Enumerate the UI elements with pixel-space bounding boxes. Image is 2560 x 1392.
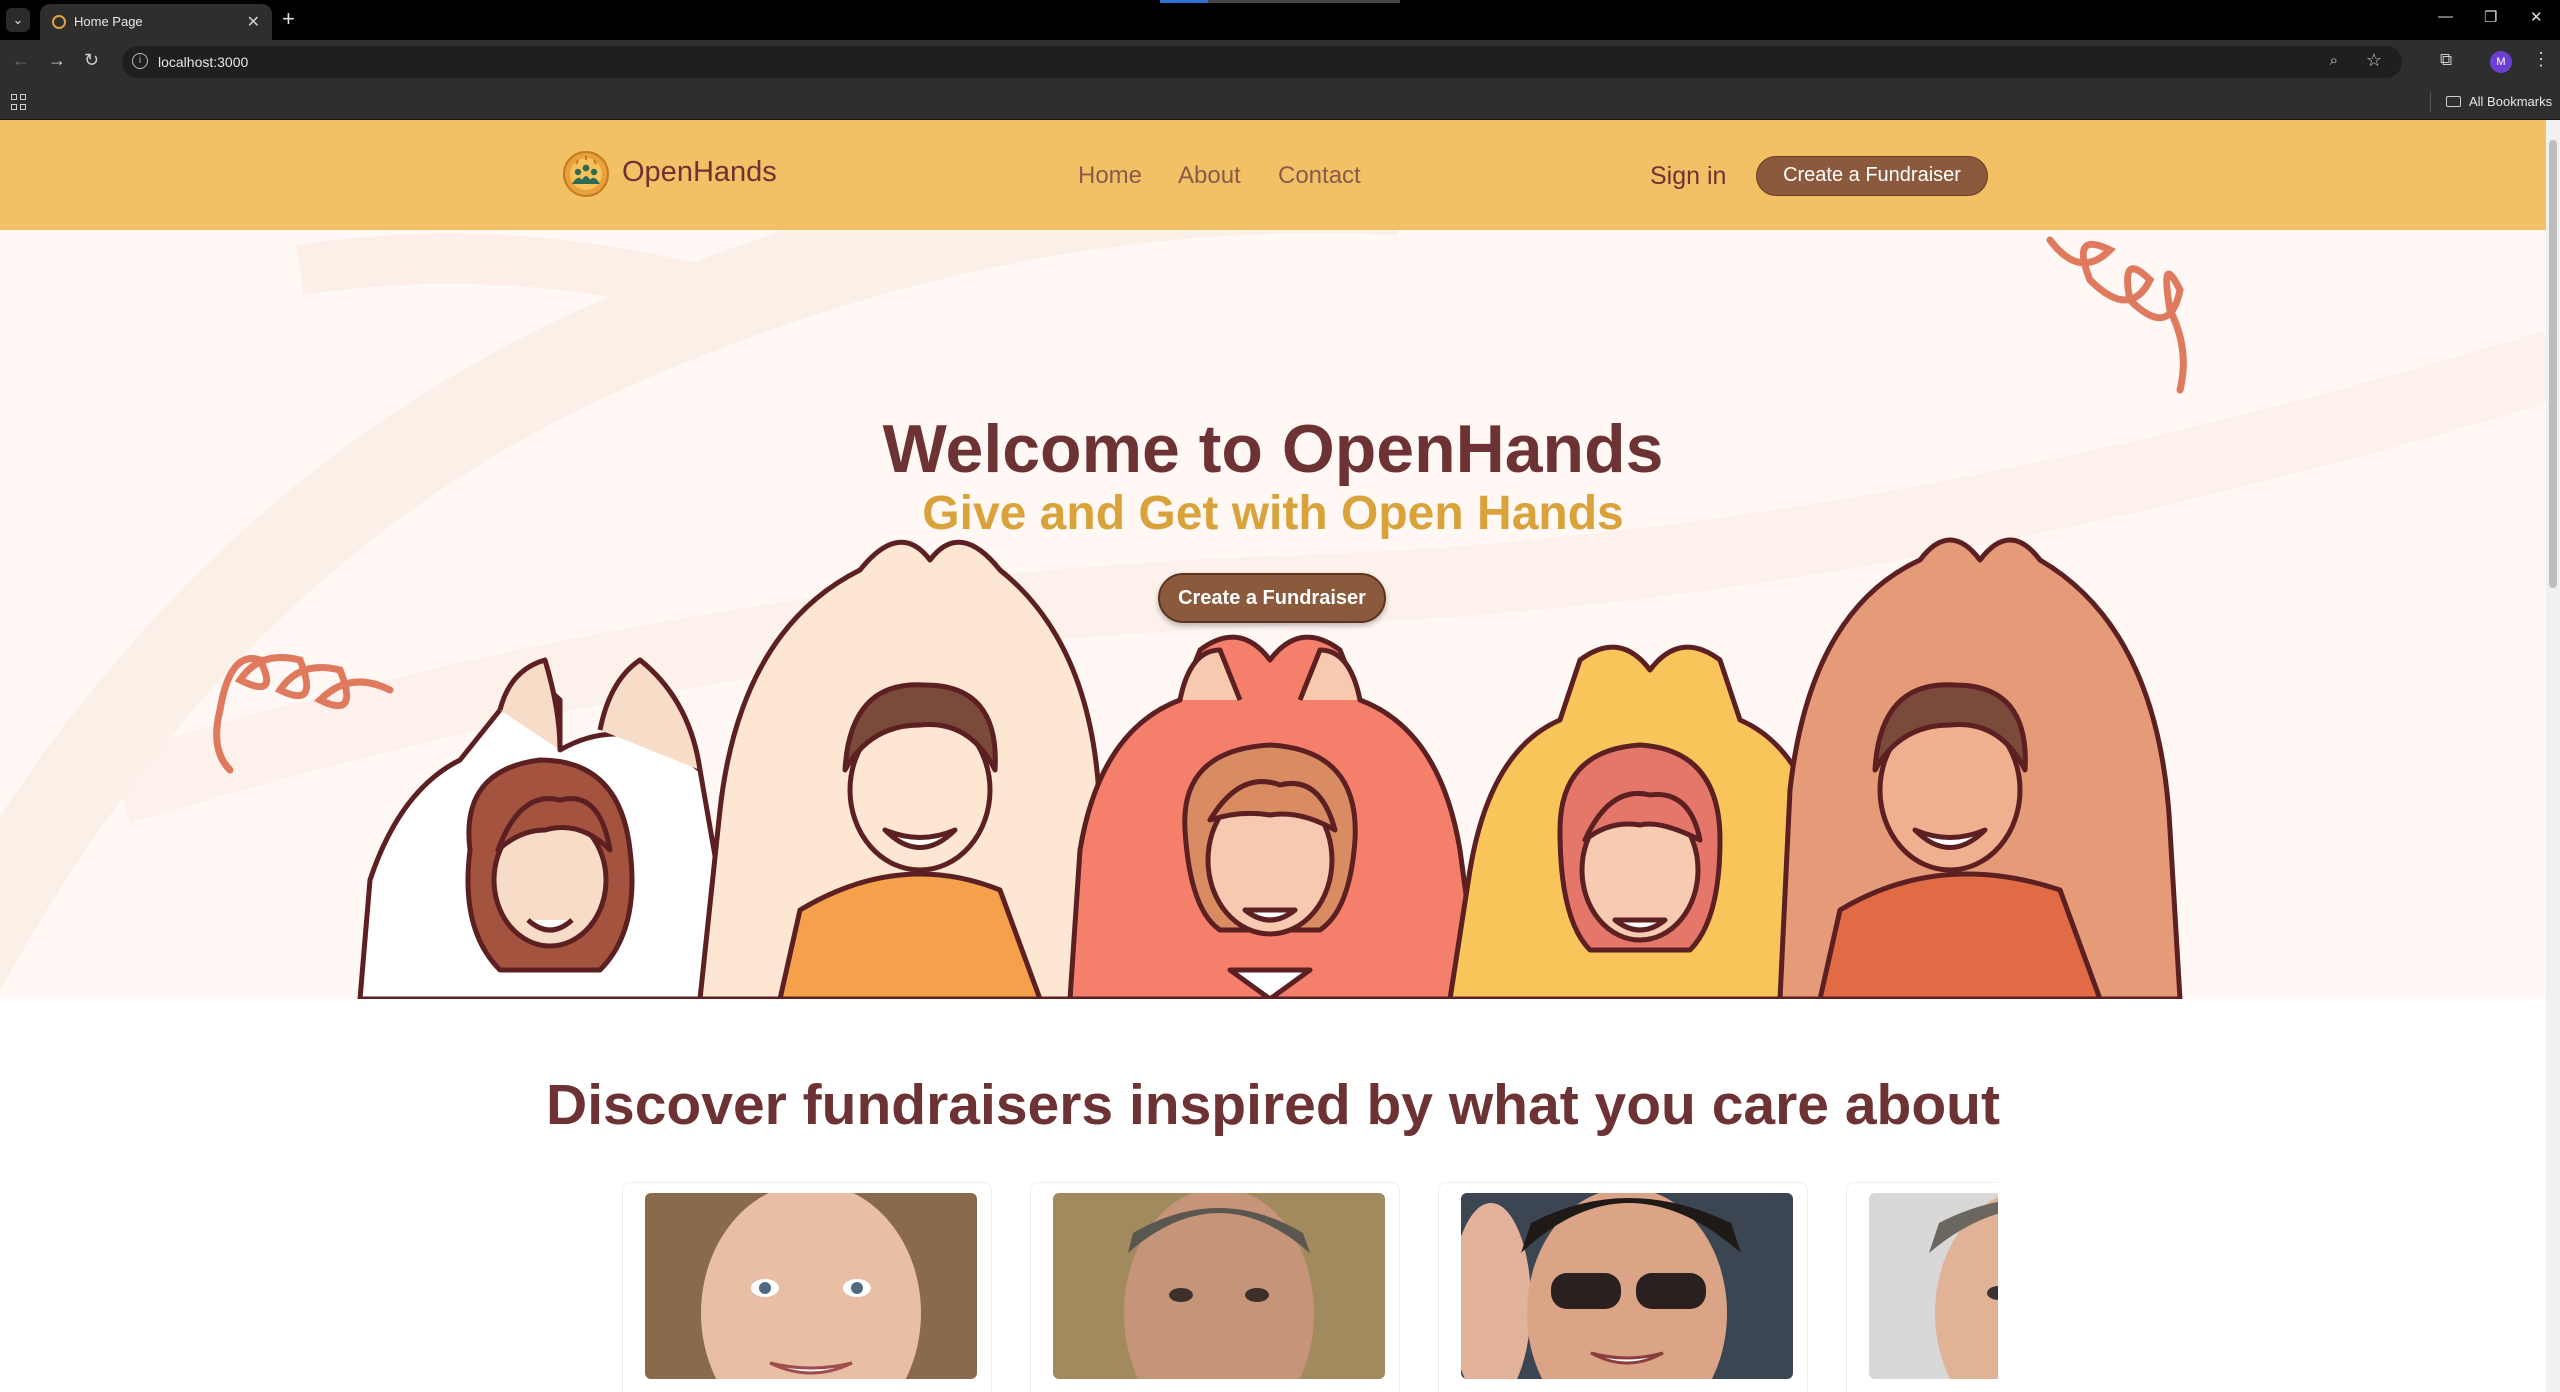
back-button[interactable]: ← — [12, 50, 30, 71]
address-bar[interactable]: i localhost:3000 ⌕ ☆ — [122, 46, 2402, 78]
brand-name[interactable]: OpenHands — [622, 156, 777, 189]
folder-icon — [2446, 96, 2461, 107]
site-header: OpenHands Home About Contact Sign in Cre… — [0, 120, 2546, 230]
tab-title: Home Page — [74, 14, 143, 29]
profile-avatar[interactable]: M — [2490, 51, 2512, 73]
forward-button[interactable]: → — [48, 50, 66, 71]
bookmark-star-icon[interactable]: ☆ — [2366, 50, 2382, 71]
page-viewport: OpenHands Home About Contact Sign in Cre… — [0, 120, 2560, 1392]
nav-contact-link[interactable]: Contact — [1278, 162, 1361, 190]
browser-tab-active[interactable]: Home Page ✕ — [40, 4, 272, 40]
page-scrollbar[interactable] — [2546, 120, 2560, 1392]
spiral-right-decoration — [2046, 236, 2187, 394]
tab-close-icon[interactable]: ✕ — [247, 12, 260, 32]
person-5 — [1777, 537, 2183, 999]
person-3 — [1067, 634, 1483, 999]
fundraiser-card[interactable] — [1846, 1182, 1998, 1392]
zoom-icon[interactable]: ⌕ — [2330, 52, 2338, 69]
hero-create-fundraiser-button[interactable]: Create a Fundraiser — [1158, 573, 1386, 623]
fundraiser-card[interactable] — [1030, 1182, 1400, 1392]
header-create-fundraiser-button[interactable]: Create a Fundraiser — [1756, 156, 1988, 196]
openhands-logo-icon[interactable] — [562, 150, 610, 198]
scrollbar-thumb[interactable] — [2549, 140, 2557, 588]
hero-section: Welcome to OpenHands Give and Get with O… — [0, 230, 2546, 999]
hero-subtitle: Give and Get with Open Hands — [922, 487, 1624, 540]
new-tab-button[interactable]: + — [282, 6, 295, 32]
browser-menu-icon[interactable]: ⋮ — [2532, 49, 2550, 70]
window-close-button[interactable]: ✕ — [2530, 8, 2543, 26]
all-bookmarks-label: All Bookmarks — [2469, 94, 2553, 109]
sign-in-link[interactable]: Sign in — [1650, 162, 1726, 191]
fundraiser-card[interactable] — [622, 1182, 992, 1392]
all-bookmarks-button[interactable]: All Bookmarks — [2446, 94, 2552, 109]
extensions-icon[interactable]: ⧉ — [2440, 50, 2452, 70]
bookmarks-separator — [2430, 92, 2431, 112]
minimize-button[interactable]: — — [2438, 8, 2453, 25]
fundraiser-cards-carousel — [622, 1182, 1998, 1392]
nav-about-link[interactable]: About — [1178, 162, 1241, 190]
reload-button[interactable]: ↻ — [84, 50, 99, 71]
apps-grid-icon[interactable] — [11, 94, 27, 110]
browser-toolbar: ← → ↻ i localhost:3000 ⌕ ☆ ⧉ M ⋮ — [0, 40, 2560, 84]
spiral-left-decoration — [213, 654, 394, 774]
fundraiser-photo — [645, 1193, 977, 1379]
person-2 — [697, 539, 1113, 999]
fundraiser-photo — [1053, 1193, 1385, 1379]
nav-home-link[interactable]: Home — [1078, 162, 1142, 190]
url-text[interactable]: localhost:3000 — [158, 54, 248, 70]
person-1 — [357, 657, 743, 999]
favicon-icon — [52, 15, 66, 29]
hero-title: Welcome to OpenHands — [882, 411, 1664, 487]
tab-search-button[interactable]: ⌄ — [6, 8, 30, 32]
browser-tab-bar: ⌄ Home Page ✕ + — ❐ ✕ — [0, 0, 2560, 40]
fundraiser-photo — [1869, 1193, 1998, 1379]
loading-indicator — [1160, 0, 1400, 3]
restore-button[interactable]: ❐ — [2484, 8, 2497, 26]
discover-heading: Discover fundraisers inspired by what yo… — [546, 1073, 2000, 1137]
fundraiser-card[interactable] — [1438, 1182, 1808, 1392]
fundraiser-photo — [1461, 1193, 1793, 1379]
bookmarks-bar: All Bookmarks — [0, 84, 2560, 120]
site-info-icon[interactable]: i — [132, 53, 148, 69]
